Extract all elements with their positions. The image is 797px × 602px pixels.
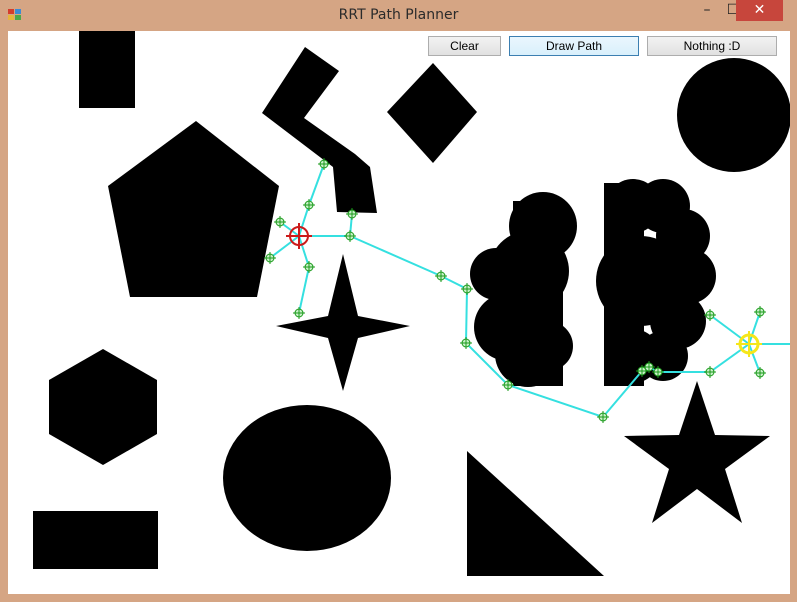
title-bar[interactable]: RRT Path Planner – ☐ ✕ — [0, 0, 797, 30]
start-crosshair-icon — [286, 223, 312, 249]
app-window: RRT Path Planner – ☐ ✕ Clear Draw Path N… — [0, 0, 797, 602]
obstacle-bent-bar — [262, 47, 377, 213]
obstacle-rectangle-top — [79, 31, 135, 108]
draw-path-button[interactable]: Draw Path — [509, 36, 639, 56]
node-crosshair-icon — [344, 230, 356, 242]
obstacle-star — [624, 381, 770, 523]
obstacle-four-point-star — [276, 254, 410, 391]
obstacle-diamond — [387, 63, 477, 163]
node-crosshair-icon — [293, 307, 305, 319]
obstacle-pentagon — [108, 121, 279, 297]
obstacle-rectangle-bottom — [33, 511, 158, 569]
clear-button[interactable]: Clear — [428, 36, 501, 56]
nothing-button[interactable]: Nothing :D — [647, 36, 777, 56]
node-crosshair-icon — [435, 270, 447, 282]
node-crosshair-icon — [754, 306, 766, 318]
node-crosshair-icon — [303, 261, 315, 273]
obstacle-cloud-left — [470, 192, 577, 387]
planner-client-area: Clear Draw Path Nothing :D — [8, 31, 790, 594]
window-bottom-border — [0, 594, 797, 602]
goal-crosshair-icon — [736, 331, 762, 357]
close-icon[interactable]: ✕ — [736, 0, 783, 21]
node-crosshair-icon — [303, 199, 315, 211]
node-crosshair-icon — [461, 283, 473, 295]
obstacle-cloud-right — [596, 179, 716, 386]
obstacle-hexagon — [49, 349, 157, 465]
node-crosshair-icon — [754, 367, 766, 379]
window-title: RRT Path Planner — [338, 7, 459, 23]
obstacle-ellipse — [223, 405, 391, 551]
obstacle-triangle — [467, 451, 604, 576]
map-canvas[interactable] — [8, 31, 790, 594]
obstacle-circle-topright — [677, 58, 790, 172]
